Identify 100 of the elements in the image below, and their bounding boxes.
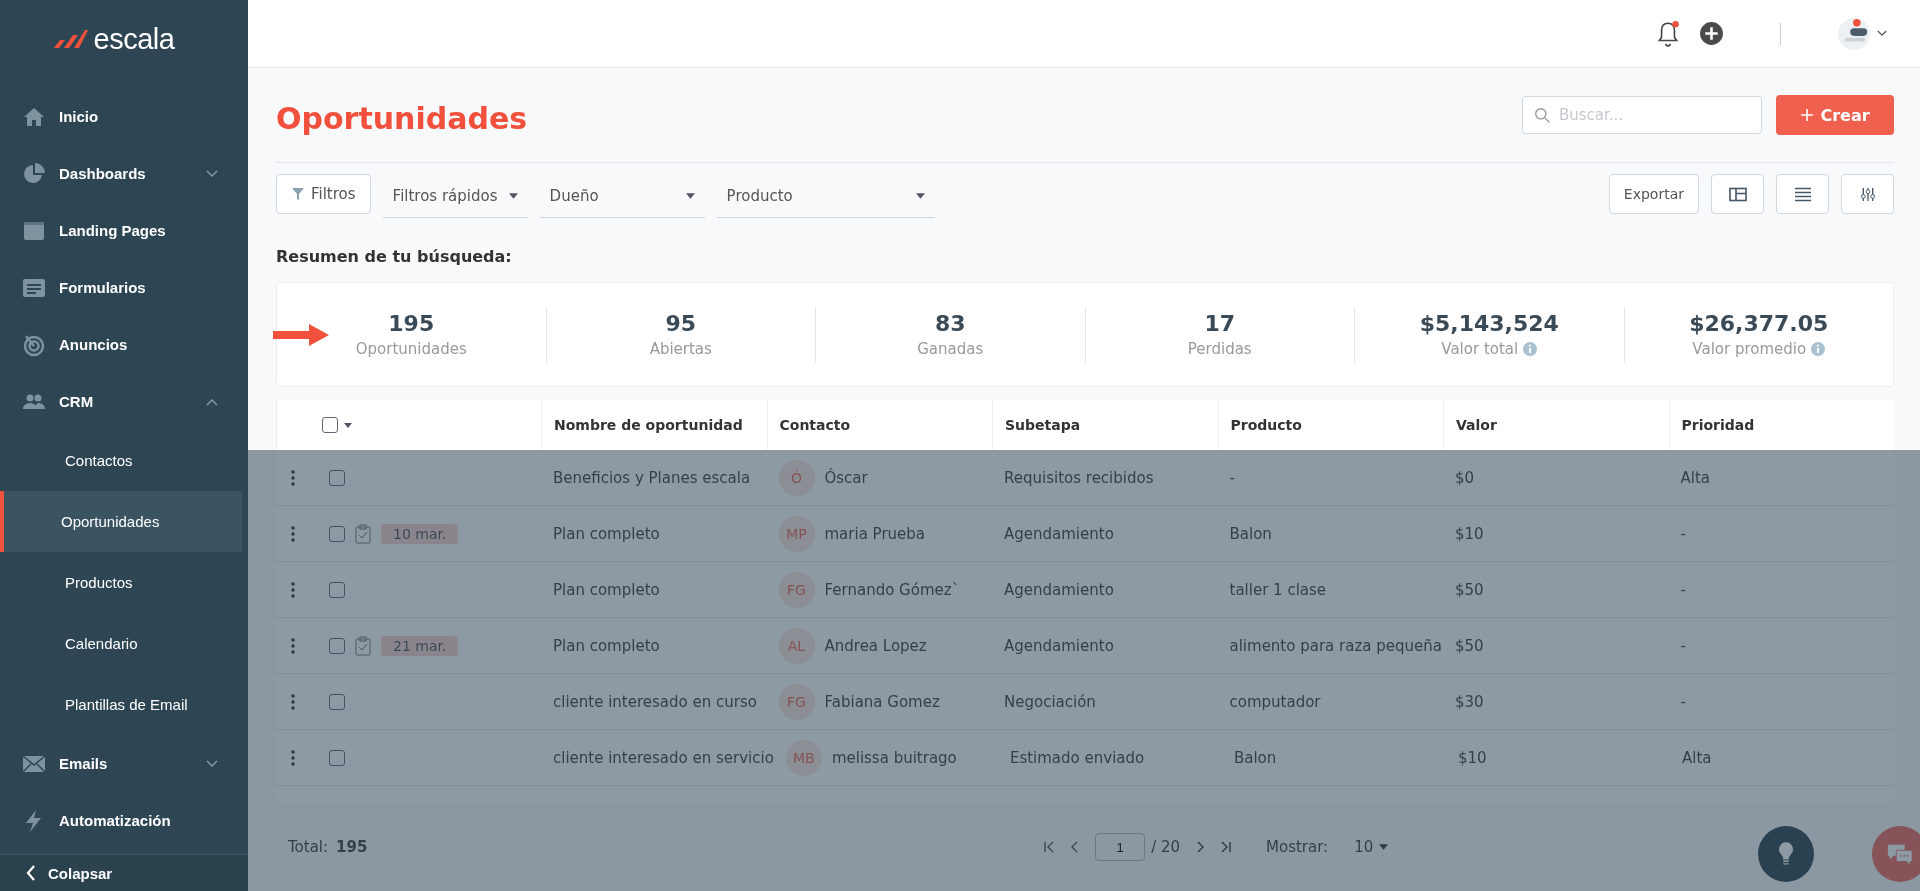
funnel-icon xyxy=(291,187,305,201)
sliders-icon xyxy=(1858,186,1877,202)
table-cell-text: computador xyxy=(1228,692,1322,711)
stat-value: $5,143,524 xyxy=(1419,311,1559,336)
row-checkbox[interactable] xyxy=(329,525,345,542)
page-count: / 20 xyxy=(1151,838,1181,856)
stat-value: 95 xyxy=(665,311,697,336)
table-cell-text: $30 xyxy=(1454,692,1485,711)
row-checkbox[interactable] xyxy=(329,749,345,766)
chevron-down-icon[interactable] xyxy=(1877,30,1887,37)
logo-icon xyxy=(53,30,88,48)
filter-dropdown[interactable]: Filtros rápidos xyxy=(382,174,528,218)
lightbulb-icon xyxy=(1777,841,1795,867)
row-checkbox[interactable] xyxy=(329,637,345,654)
more-options-icon[interactable] xyxy=(291,637,295,654)
add-icon[interactable] xyxy=(1699,21,1724,46)
more-options-icon[interactable] xyxy=(291,469,295,486)
caret-down-icon xyxy=(915,192,925,199)
search-field[interactable]: Buscar... xyxy=(1522,96,1762,134)
sidebar-item[interactable]: CRM xyxy=(0,373,248,430)
more-options-icon[interactable] xyxy=(291,525,295,542)
contact-avatar: MB xyxy=(785,739,822,776)
stat-label: Ganadas xyxy=(917,340,984,358)
tips-button[interactable] xyxy=(1758,826,1814,882)
select-all-checkbox[interactable] xyxy=(322,417,338,433)
settings-button[interactable] xyxy=(1841,174,1894,214)
table-cell-text: $10 xyxy=(1456,748,1488,767)
page-title: Oportunidades xyxy=(276,99,529,136)
page-size-dropdown[interactable]: 10 xyxy=(1354,838,1389,856)
table-cell-text: $50 xyxy=(1454,636,1485,655)
last-page-icon[interactable] xyxy=(1220,841,1233,853)
total-count: 195 xyxy=(336,838,368,856)
contact-avatar: MP xyxy=(778,515,815,552)
row-checkbox[interactable] xyxy=(329,469,345,486)
search-icon xyxy=(1534,107,1551,124)
sidebar-item[interactable]: Landing Pages xyxy=(0,202,248,259)
table-cell-text: - xyxy=(1679,636,1687,655)
row-checkbox[interactable] xyxy=(329,581,345,598)
caret-down-icon xyxy=(508,192,518,199)
sidebar-item[interactable]: Formularios xyxy=(0,259,248,316)
sidebar-item[interactable]: Inicio xyxy=(0,88,248,145)
table-cell-text: Alta xyxy=(1681,748,1713,767)
contact-avatar: AL xyxy=(778,627,815,664)
task-date-badge: 21 mar. xyxy=(381,635,459,656)
board-view-icon xyxy=(1728,186,1747,202)
page-input[interactable]: 1 xyxy=(1095,833,1146,861)
table-cell-text: $10 xyxy=(1454,524,1485,543)
table-cell-text: Beneficios y Planes escala xyxy=(552,468,752,487)
contact-name: Óscar xyxy=(824,468,868,487)
sidebar-item[interactable]: Automatización xyxy=(0,792,248,849)
sidebar-item[interactable]: Anuncios xyxy=(0,316,248,373)
table-cell-text: - xyxy=(1679,524,1687,543)
sidebar-item[interactable]: Emails xyxy=(0,735,248,792)
export-button[interactable]: Exportar xyxy=(1608,174,1699,214)
more-options-icon[interactable] xyxy=(291,749,295,766)
list-icon xyxy=(1793,186,1812,202)
table-cell-text: cliente interesado en curso xyxy=(552,692,758,711)
table-cell-text: Plan completo xyxy=(552,636,661,655)
table-cell-text: taller 1 clase xyxy=(1228,580,1328,599)
chat-icon xyxy=(1886,842,1914,866)
total-label: Total: xyxy=(288,838,329,856)
table-cell-text: Balon xyxy=(1232,748,1278,767)
bell-icon[interactable] xyxy=(1655,19,1681,48)
table-cell-text: Agendamiento xyxy=(1003,580,1115,599)
table-cell-text: Requisitos recibidos xyxy=(1003,468,1155,487)
filter-dropdown[interactable]: Producto xyxy=(716,174,935,218)
stat-value: 17 xyxy=(1204,311,1236,336)
more-options-icon[interactable] xyxy=(291,581,295,598)
sidebar-item[interactable]: Dashboards xyxy=(0,145,248,202)
table-cell-text: Plan completo xyxy=(552,524,661,543)
contact-avatar: FG xyxy=(778,683,815,720)
collapse-button[interactable]: Colapsar xyxy=(0,854,248,891)
contact-name: melissa buitrago xyxy=(831,748,957,767)
pie-chart-icon xyxy=(22,161,46,186)
sidebar-subitem[interactable]: Plantillas de Email xyxy=(0,674,242,735)
contact-name: Andrea Lopez xyxy=(824,636,927,655)
sidebar-subitem[interactable]: Productos xyxy=(0,552,242,613)
table-cell-text: Agendamiento xyxy=(1003,524,1115,543)
board-view-button[interactable] xyxy=(1711,174,1764,214)
more-options-icon[interactable] xyxy=(291,693,295,710)
sidebar-subitem[interactable]: Calendario xyxy=(0,613,242,674)
filter-dropdown[interactable]: Dueño xyxy=(539,174,705,218)
table-cell-text: - xyxy=(1228,468,1236,487)
first-page-icon[interactable] xyxy=(1043,841,1056,853)
table-cell-text: cliente interesado en servicio xyxy=(552,748,774,767)
table-cell-text: Agendamiento xyxy=(1003,636,1115,655)
table-cell-text: - xyxy=(1679,580,1687,599)
filter-button[interactable]: Filtros xyxy=(276,174,371,214)
sidebar-subitem[interactable]: Contactos xyxy=(0,430,242,491)
stat-label: Abiertas xyxy=(649,340,712,358)
list-view-button[interactable] xyxy=(1776,174,1829,214)
row-checkbox[interactable] xyxy=(329,693,345,710)
stat-label: Perdidas xyxy=(1187,340,1252,358)
sidebar-subitem[interactable]: Oportunidades xyxy=(0,491,242,552)
stat-value: 195 xyxy=(388,311,435,336)
caret-down-icon xyxy=(685,192,695,199)
stat-label: Valor promedio xyxy=(1692,340,1807,358)
contact-avatar: Ó xyxy=(778,459,815,496)
caret-down-icon[interactable] xyxy=(344,422,352,428)
avatar-icon[interactable] xyxy=(1837,16,1871,51)
